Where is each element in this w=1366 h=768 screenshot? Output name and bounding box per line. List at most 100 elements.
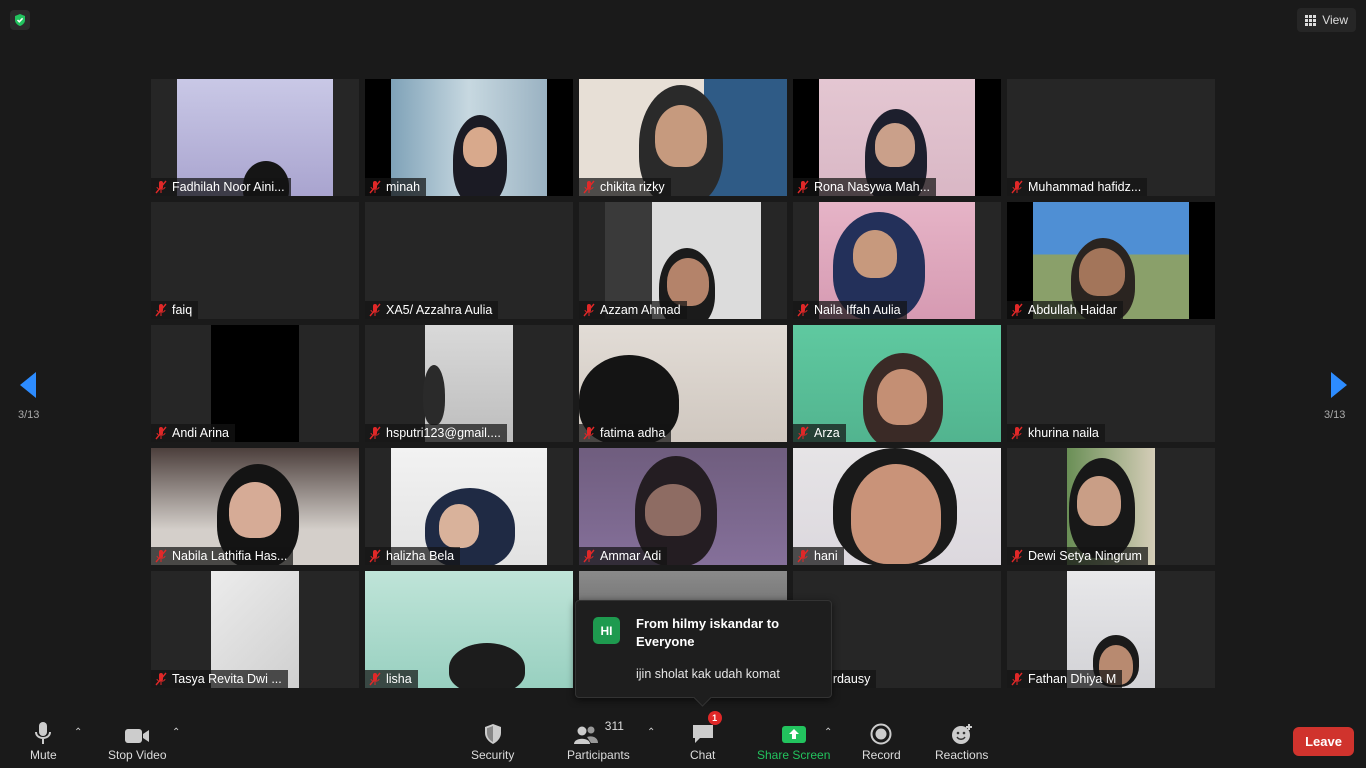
video-tile[interactable]: Abdullah Haidar <box>1007 202 1215 319</box>
muted-microphone-icon <box>582 426 596 440</box>
view-button[interactable]: View <box>1297 8 1356 32</box>
video-tile[interactable]: minah <box>365 79 573 196</box>
participants-label: Participants <box>567 748 630 762</box>
record-icon <box>870 717 892 745</box>
chat-button[interactable]: 1 Chat <box>690 711 722 762</box>
participant-name: Nabila Lathifia Has... <box>172 549 288 563</box>
view-label: View <box>1322 13 1348 27</box>
participant-name: fatima adha <box>600 426 666 440</box>
participant-name: Tasya Revita Dwi ... <box>172 672 282 686</box>
mute-label: Mute <box>30 748 57 762</box>
video-tile[interactable]: Fathan Dhiya M <box>1007 571 1215 688</box>
next-page-arrow-icon[interactable] <box>1327 370 1349 400</box>
participant-name: Arza <box>814 426 840 440</box>
muted-microphone-icon <box>582 180 596 194</box>
video-camera-icon <box>124 717 150 745</box>
video-tile[interactable]: hani <box>793 448 1001 565</box>
security-button[interactable]: Security <box>471 717 514 762</box>
muted-microphone-icon <box>368 303 382 317</box>
video-tile[interactable]: Rona Nasywa Mah... <box>793 79 1001 196</box>
participant-name: lisha <box>386 672 412 686</box>
video-tile[interactable]: Muhammad hafidz... <box>1007 79 1215 196</box>
video-tile[interactable]: XA5/ Azzahra Aulia <box>365 202 573 319</box>
participant-name: Azzam Ahmad <box>600 303 681 317</box>
microphone-icon <box>33 717 53 745</box>
muted-microphone-icon <box>368 672 382 686</box>
video-tile[interactable]: Naila Iffah Aulia <box>793 202 1001 319</box>
participant-name: Fadhilah Noor Aini... <box>172 180 285 194</box>
chat-sender-avatar: HI <box>593 617 620 644</box>
record-label: Record <box>862 748 901 762</box>
chat-message-text: ijin sholat kak udah komat <box>636 667 780 681</box>
muted-microphone-icon <box>154 180 168 194</box>
stop-video-button[interactable]: Stop Video <box>108 717 167 762</box>
muted-microphone-icon <box>796 426 810 440</box>
muted-microphone-icon <box>582 303 596 317</box>
video-tile[interactable]: Azzam Ahmad <box>579 202 787 319</box>
video-tile[interactable]: Nabila Lathifia Has... <box>151 448 359 565</box>
muted-microphone-icon <box>1010 303 1024 317</box>
leave-button[interactable]: Leave <box>1293 727 1354 756</box>
share-screen-label: Share Screen <box>757 748 831 762</box>
chat-notification-popup[interactable]: HI From hilmy iskandar to Everyone ijin … <box>575 600 832 698</box>
share-screen-icon <box>781 717 807 745</box>
participant-name: Fathan Dhiya M <box>1028 672 1117 686</box>
video-tile[interactable]: fatima adha <box>579 325 787 442</box>
video-tile[interactable]: hsputri123@gmail.... <box>365 325 573 442</box>
video-options-chevron-icon[interactable]: ⌃ <box>172 727 180 738</box>
participant-name: Muhammad hafidz... <box>1028 180 1142 194</box>
video-tile[interactable]: lisha <box>365 571 573 688</box>
muted-microphone-icon <box>368 426 382 440</box>
smiley-plus-icon <box>950 717 974 745</box>
participant-name: halizha Bela <box>386 549 455 563</box>
muted-microphone-icon <box>154 672 168 686</box>
participants-icon <box>573 726 598 744</box>
muted-microphone-icon <box>1010 180 1024 194</box>
security-shield-icon[interactable] <box>10 10 30 30</box>
muted-microphone-icon <box>796 303 810 317</box>
stop-video-label: Stop Video <box>108 748 167 762</box>
muted-microphone-icon <box>796 180 810 194</box>
video-grid: Fadhilah Noor Aini... minah chikita rizk… <box>151 79 1215 688</box>
video-tile[interactable]: Ammar Adi <box>579 448 787 565</box>
participants-options-chevron-icon[interactable]: ⌃ <box>647 727 655 738</box>
participant-name: Dewi Setya Ningrum <box>1028 549 1142 563</box>
participant-name: hani <box>814 549 838 563</box>
participant-name: minah <box>386 180 421 194</box>
reactions-button[interactable]: Reactions <box>935 717 988 762</box>
chat-label: Chat <box>690 748 716 762</box>
participants-button[interactable]: 311 Participants <box>567 717 630 762</box>
mute-button[interactable]: Mute <box>30 717 57 762</box>
video-tile[interactable]: Fadhilah Noor Aini... <box>151 79 359 196</box>
share-options-chevron-icon[interactable]: ⌃ <box>824 727 832 738</box>
muted-microphone-icon <box>582 549 596 563</box>
reactions-label: Reactions <box>935 748 989 762</box>
video-tile[interactable]: Dewi Setya Ningrum <box>1007 448 1215 565</box>
video-tile[interactable]: chikita rizky <box>579 79 787 196</box>
previous-page-arrow-icon[interactable] <box>18 370 40 400</box>
video-tile[interactable]: halizha Bela <box>365 448 573 565</box>
audio-options-chevron-icon[interactable]: ⌃ <box>74 727 82 738</box>
participant-name: Ammar Adi <box>600 549 662 563</box>
participant-name: XA5/ Azzahra Aulia <box>386 303 493 317</box>
participant-name: chikita rizky <box>600 180 665 194</box>
muted-microphone-icon <box>154 303 168 317</box>
video-tile[interactable]: Arza <box>793 325 1001 442</box>
record-button[interactable]: Record <box>862 717 901 762</box>
muted-microphone-icon <box>154 549 168 563</box>
grid-view-icon <box>1305 14 1317 26</box>
muted-microphone-icon <box>1010 426 1024 440</box>
share-screen-button[interactable]: Share Screen <box>757 717 830 762</box>
security-label: Security <box>471 748 515 762</box>
video-tile[interactable]: faiq <box>151 202 359 319</box>
video-tile[interactable]: Andi Arina <box>151 325 359 442</box>
video-tile[interactable]: khurina naila <box>1007 325 1215 442</box>
page-indicator-left: 3/13 <box>18 409 40 421</box>
participant-name: Naila Iffah Aulia <box>814 303 901 317</box>
video-tile[interactable]: Tasya Revita Dwi ... <box>151 571 359 688</box>
chat-unread-badge: 1 <box>707 711 722 725</box>
chat-bubble-icon: 1 <box>691 711 722 745</box>
participant-name: Rona Nasywa Mah... <box>814 180 931 194</box>
muted-microphone-icon <box>1010 549 1024 563</box>
participants-count: 311 <box>604 719 624 733</box>
